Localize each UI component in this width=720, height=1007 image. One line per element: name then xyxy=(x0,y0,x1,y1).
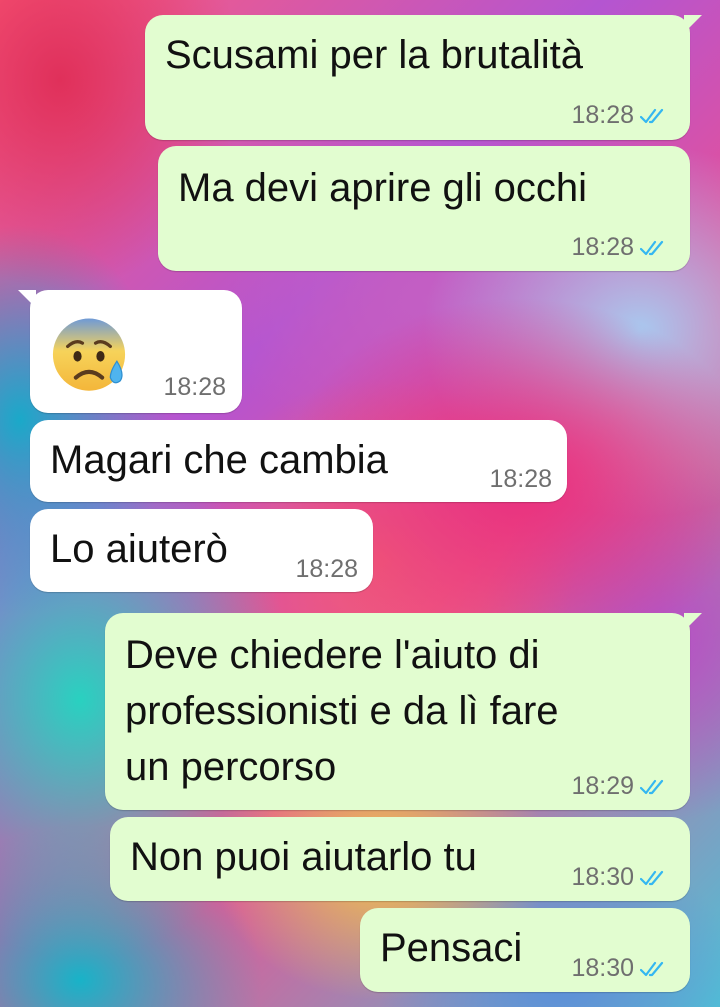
message-meta: 18:28 xyxy=(163,373,226,402)
message-bubble-outgoing[interactable]: Non puoi aiutarlo tu 18:30 xyxy=(110,817,690,901)
message-time: 18:28 xyxy=(163,373,226,401)
message-time: 18:30 xyxy=(571,863,634,891)
bubble-tail xyxy=(18,290,36,308)
message-meta: 18:28 xyxy=(489,465,552,494)
message-bubble-outgoing[interactable]: Scusami per la brutalità 18:28 xyxy=(145,15,702,140)
message-meta: 18:28 xyxy=(295,555,358,584)
chat-screen: { "messages": [ {"text": "Scusami per la… xyxy=(0,0,720,1007)
message-text: Pensaci xyxy=(380,926,523,970)
message-text: Non puoi aiutarlo tu xyxy=(130,835,477,879)
bubble-tail xyxy=(684,613,702,631)
message-bubble-incoming[interactable]: Magari che cambia 18:28 xyxy=(30,420,567,502)
anxious-face-with-sweat-icon xyxy=(52,318,126,391)
double-check-icon xyxy=(640,779,664,794)
message-text: Magari che cambia xyxy=(50,438,388,482)
double-check-icon xyxy=(640,108,664,123)
message-meta: 18:30 xyxy=(571,863,670,892)
message-time: 18:30 xyxy=(571,954,634,982)
double-check-icon xyxy=(640,961,664,976)
bubble-tail xyxy=(684,15,702,33)
message-bubble-incoming[interactable]: Lo aiuterò 18:28 xyxy=(30,509,373,592)
message-text: Ma devi aprire gli occhi xyxy=(178,166,588,210)
message-time: 18:28 xyxy=(571,233,634,261)
message-text: Lo aiuterò xyxy=(50,527,228,571)
message-bubble-outgoing[interactable]: Ma devi aprire gli occhi 18:28 xyxy=(158,146,690,271)
message-bubble-outgoing[interactable]: Pensaci 18:30 xyxy=(360,908,690,992)
message-text: Deve chiedere l'aiuto di professionisti … xyxy=(125,633,559,789)
message-time: 18:28 xyxy=(295,555,358,583)
message-meta: 18:29 xyxy=(571,772,670,801)
message-bubble-incoming[interactable]: 18:28 xyxy=(18,290,242,413)
message-text: Scusami per la brutalità xyxy=(165,33,583,77)
message-meta: 18:30 xyxy=(571,954,670,983)
message-meta: 18:28 xyxy=(571,101,670,130)
double-check-icon xyxy=(640,870,664,885)
double-check-icon xyxy=(640,240,664,255)
message-time: 18:28 xyxy=(571,101,634,129)
message-bubble-outgoing[interactable]: Deve chiedere l'aiuto di professionisti … xyxy=(105,613,702,810)
message-time: 18:29 xyxy=(571,772,634,800)
message-meta: 18:28 xyxy=(571,233,670,262)
message-time: 18:28 xyxy=(489,465,552,493)
